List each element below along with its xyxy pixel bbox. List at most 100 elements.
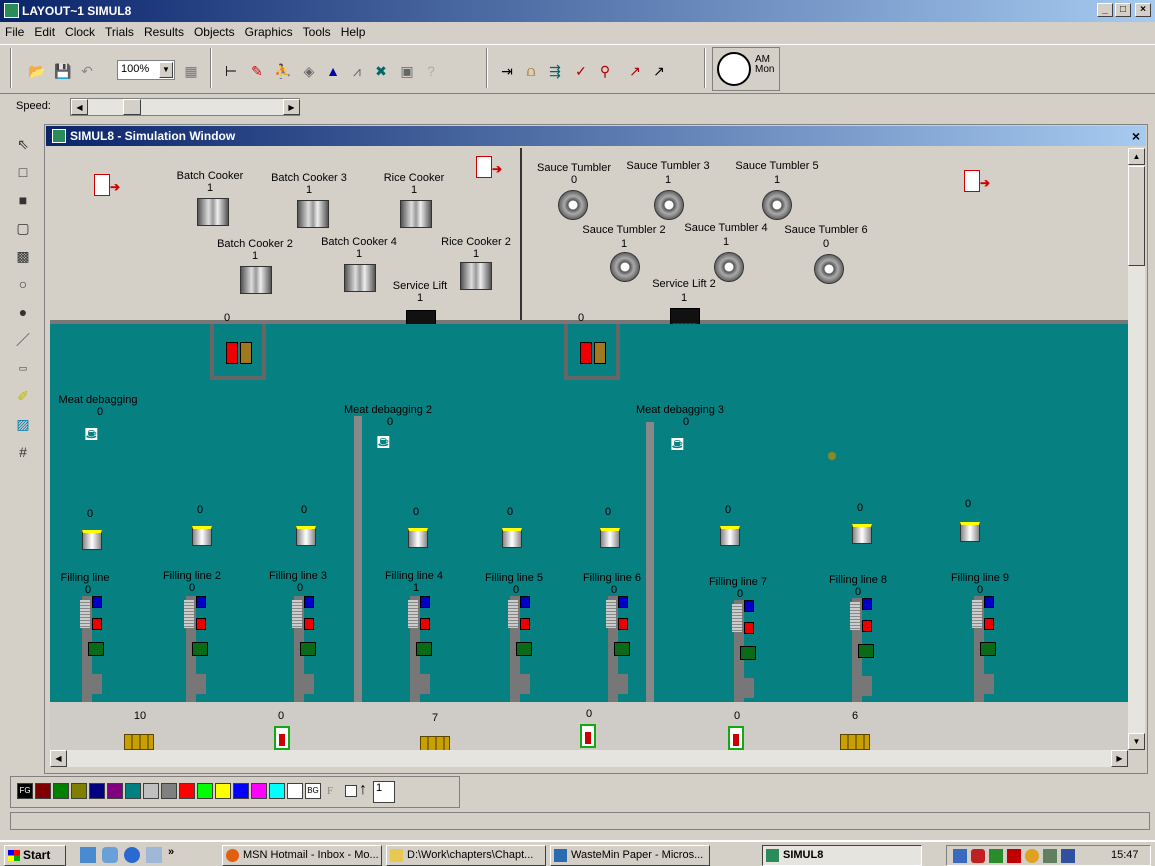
background-swatch[interactable]: BG <box>305 783 321 799</box>
work-exit-point-icon[interactable]: ◈ <box>298 60 320 82</box>
bin-icon[interactable] <box>408 528 428 548</box>
work-entry-icon[interactable]: ➔ <box>964 170 990 196</box>
storage-area-icon[interactable]: ✎ <box>246 60 268 82</box>
work-center-icon[interactable] <box>297 200 329 228</box>
horizontal-scrollbar[interactable]: ◀ ▶ <box>50 750 1128 767</box>
filling-line-icon[interactable] <box>604 596 636 706</box>
bin-icon[interactable] <box>600 528 620 548</box>
bottle-icon[interactable] <box>274 726 290 750</box>
speed-thumb[interactable] <box>123 99 141 115</box>
work-entry-icon[interactable]: ➔ <box>476 156 502 182</box>
ie-icon[interactable] <box>124 847 140 863</box>
color-swatch[interactable] <box>35 783 51 799</box>
filling-line-icon[interactable] <box>78 596 110 706</box>
rectangle-icon[interactable]: □ <box>10 160 36 184</box>
crates-icon[interactable] <box>124 734 154 750</box>
line-width-spinner[interactable]: 1 <box>373 781 395 803</box>
image-icon[interactable]: ▨ <box>10 412 36 436</box>
bottle-icon[interactable] <box>728 726 744 750</box>
counter-icon[interactable]: ▭ <box>10 356 36 380</box>
grid-icon[interactable]: ▦ <box>180 60 202 82</box>
scroll-left-icon[interactable]: ◀ <box>50 750 67 767</box>
tray-app-icon[interactable] <box>1043 849 1057 863</box>
tumbler-icon[interactable] <box>814 254 844 284</box>
vertical-scrollbar[interactable]: ▲ ▼ <box>1128 148 1145 750</box>
bin-icon[interactable] <box>720 526 740 546</box>
color-swatch[interactable] <box>125 783 141 799</box>
desktop-icon[interactable] <box>80 847 96 863</box>
save-icon[interactable]: 💾 <box>52 60 74 82</box>
foreground-swatch[interactable]: FG <box>17 783 33 799</box>
storage-hopper-icon[interactable] <box>210 324 266 380</box>
storage-hopper-icon[interactable] <box>564 324 620 380</box>
close-button[interactable]: × <box>1135 3 1151 17</box>
color-swatch[interactable] <box>179 783 195 799</box>
color-swatch[interactable] <box>215 783 231 799</box>
chevron-down-icon[interactable]: ▼ <box>159 62 173 78</box>
vertical-scroll-thumb[interactable] <box>1128 166 1145 266</box>
resource-icon[interactable]: ▲ <box>322 60 344 82</box>
circle-icon[interactable]: ○ <box>10 272 36 296</box>
taskbar-item-word[interactable]: WasteMin Paper - Micros... <box>550 845 710 866</box>
menu-file[interactable]: File <box>0 22 29 42</box>
zoom-select[interactable]: 100% ▼ <box>117 60 175 80</box>
work-center-icon[interactable] <box>344 264 376 292</box>
document-icon[interactable]: ▣ <box>396 60 418 82</box>
filling-line-icon[interactable] <box>730 600 762 710</box>
open-file-icon[interactable]: 📂 <box>26 60 48 82</box>
speed-right-icon[interactable]: ▶ <box>283 99 300 115</box>
work-center-icon[interactable] <box>240 266 272 294</box>
tumbler-icon[interactable] <box>654 190 684 220</box>
bottle-icon[interactable] <box>580 724 596 748</box>
menu-help[interactable]: Help <box>336 22 371 42</box>
tray-volume-icon[interactable] <box>989 849 1003 863</box>
work-entry-point-icon[interactable]: ⊢ <box>220 60 242 82</box>
worker-icon[interactable]: ⛾ <box>376 432 406 458</box>
taskbar-item-folder[interactable]: D:\Work\chapters\Chapt... <box>386 845 546 866</box>
scroll-right-icon[interactable]: ▶ <box>1111 750 1128 767</box>
pointer-icon[interactable]: ⇖ <box>10 132 36 156</box>
taskbar-item-simul8[interactable]: SIMUL8 <box>762 845 922 866</box>
question-icon[interactable]: ? <box>420 60 442 82</box>
entry-arrow-icon[interactable]: ⇥ <box>496 60 518 82</box>
tray-messenger-icon[interactable] <box>1025 849 1039 863</box>
filled-circle-icon[interactable]: ● <box>10 300 36 324</box>
color-swatch[interactable] <box>233 783 249 799</box>
color-swatch[interactable] <box>89 783 105 799</box>
menu-clock[interactable]: Clock <box>60 22 100 42</box>
tumbler-icon[interactable] <box>558 190 588 220</box>
bin-icon[interactable] <box>192 526 212 546</box>
arrow-icon[interactable]: ↗ <box>648 60 670 82</box>
filling-line-icon[interactable] <box>182 596 214 706</box>
worker-icon[interactable]: ⛾ <box>84 424 114 450</box>
undo-icon[interactable]: ↶ <box>76 60 98 82</box>
filling-line-icon[interactable] <box>970 596 1002 706</box>
color-swatch[interactable] <box>143 783 159 799</box>
color-swatch[interactable] <box>269 783 285 799</box>
color-swatch[interactable] <box>107 783 123 799</box>
color-swatch[interactable] <box>251 783 267 799</box>
queue-icon[interactable]: ⩍ <box>520 60 542 82</box>
bin-icon[interactable] <box>852 524 872 544</box>
filled-rectangle-icon[interactable]: ■ <box>10 188 36 212</box>
menu-objects[interactable]: Objects <box>189 22 240 42</box>
filled-rounded-rectangle-icon[interactable]: ▩ <box>10 244 36 268</box>
start-button[interactable]: Start <box>4 845 66 866</box>
simulation-canvas[interactable]: ➔ ➔ ➔ Batch Cooker 1 Batch Cooker 3 1 Ri… <box>50 148 1128 750</box>
media-icon[interactable] <box>146 847 162 863</box>
color-swatch[interactable] <box>287 783 303 799</box>
speed-left-icon[interactable]: ◀ <box>71 99 88 115</box>
filling-line-icon[interactable] <box>848 598 880 708</box>
maximize-button[interactable]: □ <box>1115 3 1131 17</box>
scroll-up-icon[interactable]: ▲ <box>1128 148 1145 165</box>
color-swatch[interactable] <box>197 783 213 799</box>
work-center-icon[interactable] <box>197 198 229 226</box>
label-icon[interactable]: ✓ <box>570 60 592 82</box>
color-swatch[interactable] <box>53 783 69 799</box>
graph-icon[interactable]: ⩘ <box>346 60 368 82</box>
filling-line-icon[interactable] <box>406 596 438 706</box>
tray-security-icon[interactable] <box>971 849 985 863</box>
filling-line-icon[interactable] <box>290 596 322 706</box>
bin-icon[interactable] <box>960 522 980 542</box>
bin-icon[interactable] <box>82 530 102 550</box>
